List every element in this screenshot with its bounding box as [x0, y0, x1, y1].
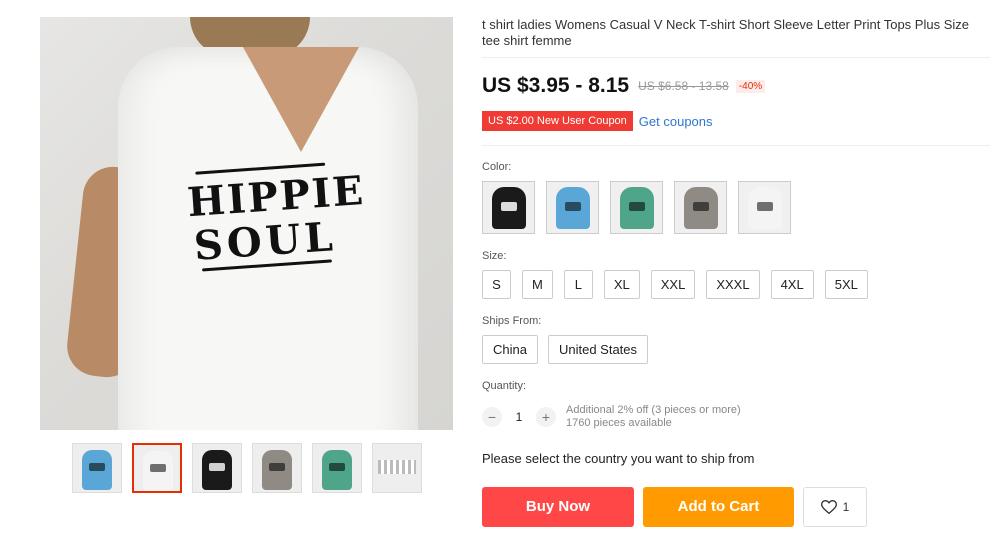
quantity-value[interactable]: 1 [502, 410, 536, 424]
color-options [482, 181, 791, 234]
quantity-stepper: − 1 + Additional 2% off (3 pieces or mor… [482, 404, 741, 430]
price-row: US $3.95 - 8.15 US $6.58 - 13.58 -40% [482, 74, 766, 98]
color-option-blue[interactable] [546, 181, 599, 234]
ship-from-message: Please select the country you want to sh… [482, 451, 755, 466]
thumb-tee [143, 451, 173, 491]
thumb-tee [322, 450, 352, 490]
bulk-discount-text: Additional 2% off (3 pieces or more) [566, 404, 741, 416]
size-options: S M L XL XXL XXXL 4XL 5XL [482, 270, 868, 299]
ships-from-options: China United States [482, 335, 649, 364]
color-option-grey[interactable] [674, 181, 727, 234]
size-option-m[interactable]: M [522, 270, 553, 299]
quantity-info: Additional 2% off (3 pieces or more) 176… [566, 404, 741, 430]
coupon-row: US $2.00 New User Coupon Get coupons [482, 111, 713, 131]
size-option-5xl[interactable]: 5XL [824, 270, 868, 299]
size-chart-preview [378, 460, 416, 474]
v-neckline [243, 47, 359, 152]
thumbnail-strip [72, 443, 422, 493]
size-option-xl[interactable]: XL [603, 270, 640, 299]
divider [482, 145, 990, 146]
color-tee [620, 187, 654, 229]
size-option-xxl[interactable]: XXL [650, 270, 696, 299]
current-price: US $3.95 - 8.15 [482, 74, 630, 97]
discount-badge: -40% [735, 79, 766, 93]
original-price: US $6.58 - 13.58 [638, 79, 729, 93]
action-buttons: Buy Now Add to Cart 1 [482, 487, 867, 527]
size-option-xxxl[interactable]: XXXL [706, 270, 760, 299]
size-option-s[interactable]: S [482, 270, 511, 299]
quantity-label: Quantity: [482, 380, 527, 392]
heart-icon [820, 500, 837, 514]
product-title: t shirt ladies Womens Casual V Neck T-sh… [482, 17, 969, 48]
ships-from-china[interactable]: China [482, 335, 538, 364]
ships-from-united-states[interactable]: United States [547, 335, 649, 364]
buy-now-button[interactable]: Buy Now [482, 487, 634, 527]
color-tee [556, 187, 590, 229]
main-product-image[interactable]: HIPPIE SOUL [40, 17, 453, 430]
size-option-4xl[interactable]: 4XL [770, 270, 814, 299]
thumbnail-blue[interactable] [72, 443, 122, 493]
thumb-tee [262, 450, 292, 490]
size-option-l[interactable]: L [563, 270, 593, 299]
ships-from-label: Ships From: [482, 315, 542, 327]
quantity-decrease-button[interactable]: − [482, 407, 502, 427]
thumbnail-size-chart[interactable] [372, 443, 422, 493]
pieces-available-text: 1760 pieces available [566, 417, 672, 429]
thumbnail-black[interactable] [192, 443, 242, 493]
thumb-tee [202, 450, 232, 490]
wishlist-count: 1 [842, 500, 850, 514]
color-option-green[interactable] [610, 181, 663, 234]
add-to-cart-button[interactable]: Add to Cart [643, 487, 794, 527]
size-label: Size: [482, 250, 507, 262]
new-user-coupon-badge: US $2.00 New User Coupon [482, 111, 633, 131]
get-coupons-link[interactable]: Get coupons [639, 114, 713, 129]
wishlist-button[interactable]: 1 [803, 487, 867, 527]
quantity-increase-button[interactable]: + [536, 407, 556, 427]
thumbnail-green[interactable] [312, 443, 362, 493]
color-tee [492, 187, 526, 229]
color-tee [684, 187, 718, 229]
shirt-print-graphic: HIPPIE SOUL [185, 162, 366, 312]
color-label: Color: [482, 161, 512, 173]
thumb-tee [82, 450, 112, 490]
color-option-black[interactable] [482, 181, 535, 234]
color-option-white[interactable] [738, 181, 791, 234]
color-tee [748, 187, 782, 229]
thumbnail-grey[interactable] [252, 443, 302, 493]
print-word-soul: SOUL [192, 213, 339, 270]
divider [482, 57, 990, 58]
thumbnail-white-selected[interactable] [132, 443, 182, 493]
